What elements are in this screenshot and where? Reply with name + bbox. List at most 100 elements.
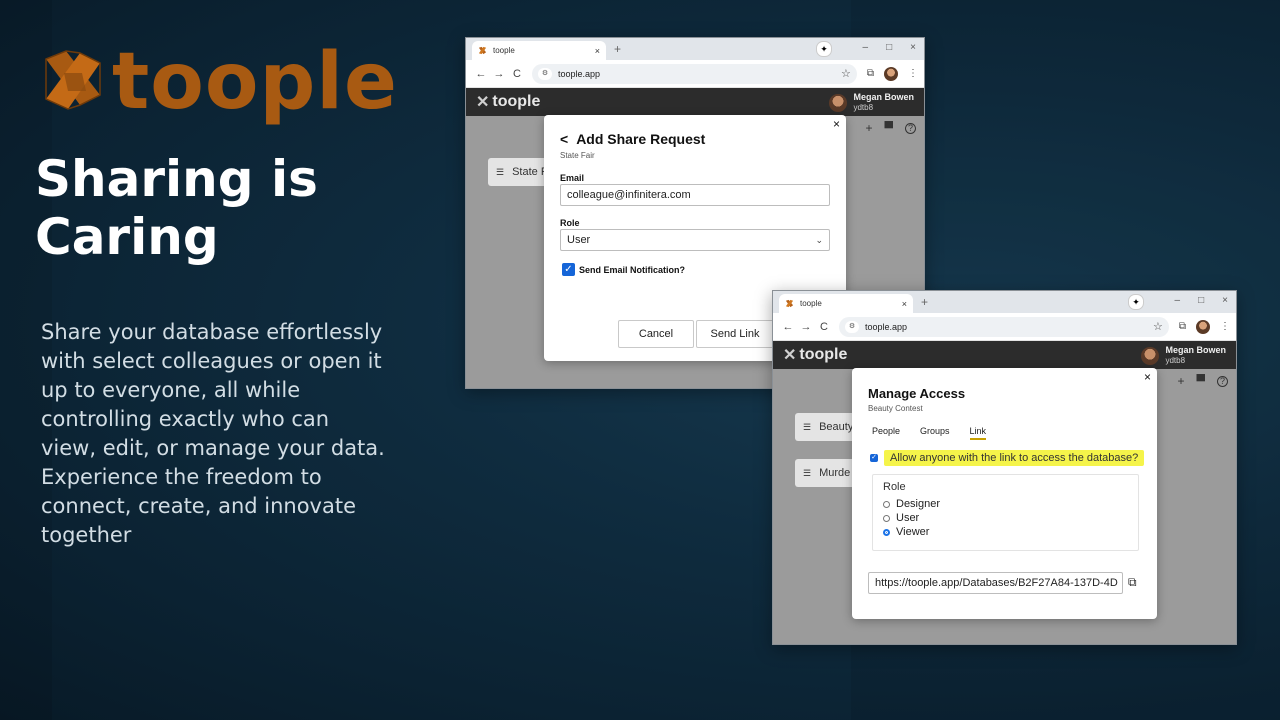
chevron-down-icon: ⌄ bbox=[815, 234, 823, 245]
radio-designer[interactable] bbox=[883, 500, 890, 508]
url-field[interactable]: ⚙ toople.app ☆ bbox=[839, 316, 1169, 337]
headline-line-1: Sharing is bbox=[35, 150, 318, 208]
dialog-subtitle: State Fair bbox=[560, 151, 595, 160]
copy-icon[interactable]: ⧉ bbox=[1128, 575, 1137, 590]
tab-groups[interactable]: Groups bbox=[920, 426, 950, 440]
dialog-close-icon[interactable]: × bbox=[833, 117, 840, 131]
url-field[interactable]: ⚙ toople.app ☆ bbox=[532, 63, 857, 84]
role-legend: Role bbox=[883, 481, 906, 493]
role-option-viewer[interactable]: Viewer bbox=[883, 525, 1128, 539]
toople-mark-icon: ✕ bbox=[783, 347, 797, 364]
maximize-icon[interactable]: □ bbox=[1198, 295, 1204, 306]
share-link-value: https://toople.app/Databases/B2F27A84-13… bbox=[875, 577, 1118, 589]
url-text: toople.app bbox=[865, 321, 908, 332]
email-label: Email bbox=[560, 173, 585, 183]
toople-mark-icon: ✕ bbox=[476, 94, 490, 111]
cast-icon[interactable]: ⧉ bbox=[867, 68, 874, 79]
user-avatar bbox=[1141, 346, 1160, 365]
user-menu[interactable]: Megan Bowen ydtb8 bbox=[1141, 345, 1226, 366]
cart-icon[interactable]: ▀ bbox=[884, 121, 893, 135]
allow-link-checkbox[interactable]: ✓ bbox=[870, 454, 878, 462]
toolbar: + ▀ ? bbox=[1177, 374, 1228, 388]
share-link-field[interactable]: https://toople.app/Databases/B2F27A84-13… bbox=[868, 572, 1123, 594]
cast-icon[interactable]: ⧉ bbox=[1179, 321, 1186, 332]
role-option-label: User bbox=[896, 512, 920, 524]
close-window-icon[interactable]: × bbox=[910, 42, 916, 53]
ai-sparkle-icon[interactable]: ✦ bbox=[1128, 294, 1144, 310]
forward-icon[interactable]: → bbox=[490, 68, 508, 80]
user-name: Megan Bowen bbox=[853, 91, 914, 102]
user-id: ydtb8 bbox=[853, 102, 874, 112]
app-header: ✕ toople Megan Bowen ydtb8 bbox=[773, 341, 1236, 369]
maximize-icon[interactable]: □ bbox=[886, 42, 892, 53]
browser-tab[interactable]: toople × bbox=[779, 294, 913, 313]
profile-avatar[interactable] bbox=[884, 66, 898, 81]
database-icon: ☰ bbox=[496, 166, 505, 177]
send-link-button[interactable]: Send Link bbox=[696, 320, 774, 348]
database-card-label: State F bbox=[512, 166, 548, 178]
notify-checkbox[interactable]: ✓ bbox=[562, 263, 575, 276]
role-select-value: User bbox=[567, 234, 591, 246]
address-bar-row: ← → C ⚙ toople.app ☆ ⧉ ⋮ bbox=[773, 313, 1236, 341]
tab-strip: toople × + ✦ – □ × bbox=[773, 291, 1236, 313]
add-icon[interactable]: + bbox=[1177, 374, 1184, 388]
address-bar-row: ← → C ⚙ toople.app ☆ ⧉ ⋮ bbox=[466, 60, 924, 88]
minimize-icon[interactable]: – bbox=[1175, 295, 1181, 306]
close-window-icon[interactable]: × bbox=[1222, 295, 1228, 306]
role-select[interactable]: User ⌄ bbox=[560, 229, 830, 251]
dialog-title: Add Share Request bbox=[576, 131, 706, 147]
role-option-user[interactable]: User bbox=[883, 511, 1128, 525]
profile-avatar[interactable] bbox=[1196, 319, 1210, 334]
dialog-close-icon[interactable]: × bbox=[1144, 370, 1151, 384]
role-option-designer[interactable]: Designer bbox=[883, 497, 1128, 511]
brand: toople bbox=[40, 42, 398, 122]
browser-tab[interactable]: toople × bbox=[472, 41, 606, 60]
forward-icon[interactable]: → bbox=[797, 321, 815, 333]
minimize-icon[interactable]: – bbox=[863, 42, 869, 53]
bookmark-star-icon[interactable]: ☆ bbox=[841, 67, 851, 80]
back-icon[interactable]: ← bbox=[779, 321, 797, 333]
app-logo[interactable]: ✕ toople bbox=[476, 92, 540, 112]
toople-favicon-icon bbox=[785, 299, 794, 308]
help-icon[interactable]: ? bbox=[905, 123, 916, 134]
back-chevron-icon[interactable]: < bbox=[560, 131, 568, 147]
back-icon[interactable]: ← bbox=[472, 68, 490, 80]
new-tab-icon[interactable]: + bbox=[614, 42, 621, 56]
tab-close-icon[interactable]: × bbox=[595, 46, 600, 56]
tab-link[interactable]: Link bbox=[969, 426, 987, 440]
cart-icon[interactable]: ▀ bbox=[1196, 374, 1205, 388]
manage-access-dialog: × Manage Access Beauty Contest People Gr… bbox=[852, 368, 1157, 619]
tab-strip: toople × + ✦ – □ × bbox=[466, 38, 924, 60]
site-info-icon[interactable]: ⚙ bbox=[538, 67, 552, 80]
menu-icon[interactable]: ⋮ bbox=[1220, 321, 1230, 332]
dialog-title: Manage Access bbox=[868, 386, 966, 401]
new-tab-icon[interactable]: + bbox=[921, 295, 928, 309]
description-text: Share your database effortlessly with se… bbox=[41, 320, 385, 547]
ai-sparkle-icon[interactable]: ✦ bbox=[816, 41, 832, 57]
toople-logo-icon bbox=[45, 50, 101, 110]
tab-close-icon[interactable]: × bbox=[902, 299, 907, 309]
bookmark-star-icon[interactable]: ☆ bbox=[1153, 320, 1163, 333]
menu-icon[interactable]: ⋮ bbox=[908, 68, 918, 79]
role-option-label: Designer bbox=[896, 498, 941, 510]
site-info-icon[interactable]: ⚙ bbox=[845, 320, 859, 333]
browser-window-manage-access: toople × + ✦ – □ × ← → C ⚙ toople.app ☆ … bbox=[772, 290, 1237, 645]
radio-viewer[interactable] bbox=[883, 528, 890, 536]
email-value: colleague@infinitera.com bbox=[567, 189, 691, 201]
tab-people[interactable]: People bbox=[872, 426, 900, 440]
user-menu[interactable]: Megan Bowen ydtb8 bbox=[829, 92, 914, 113]
user-avatar bbox=[829, 93, 848, 112]
brand-name: toople bbox=[112, 37, 398, 127]
tab-title: toople bbox=[800, 299, 822, 308]
add-icon[interactable]: + bbox=[865, 121, 872, 135]
radio-user[interactable] bbox=[883, 514, 890, 522]
reload-icon[interactable]: C bbox=[815, 321, 833, 333]
app-name: toople bbox=[492, 93, 541, 110]
cancel-button[interactable]: Cancel bbox=[618, 320, 694, 348]
reload-icon[interactable]: C bbox=[508, 68, 526, 80]
user-id: ydtb8 bbox=[1165, 355, 1186, 365]
toople-favicon-icon bbox=[478, 46, 487, 55]
app-logo[interactable]: ✕ toople bbox=[783, 345, 847, 365]
email-field[interactable]: colleague@infinitera.com bbox=[560, 184, 830, 206]
help-icon[interactable]: ? bbox=[1217, 376, 1228, 387]
